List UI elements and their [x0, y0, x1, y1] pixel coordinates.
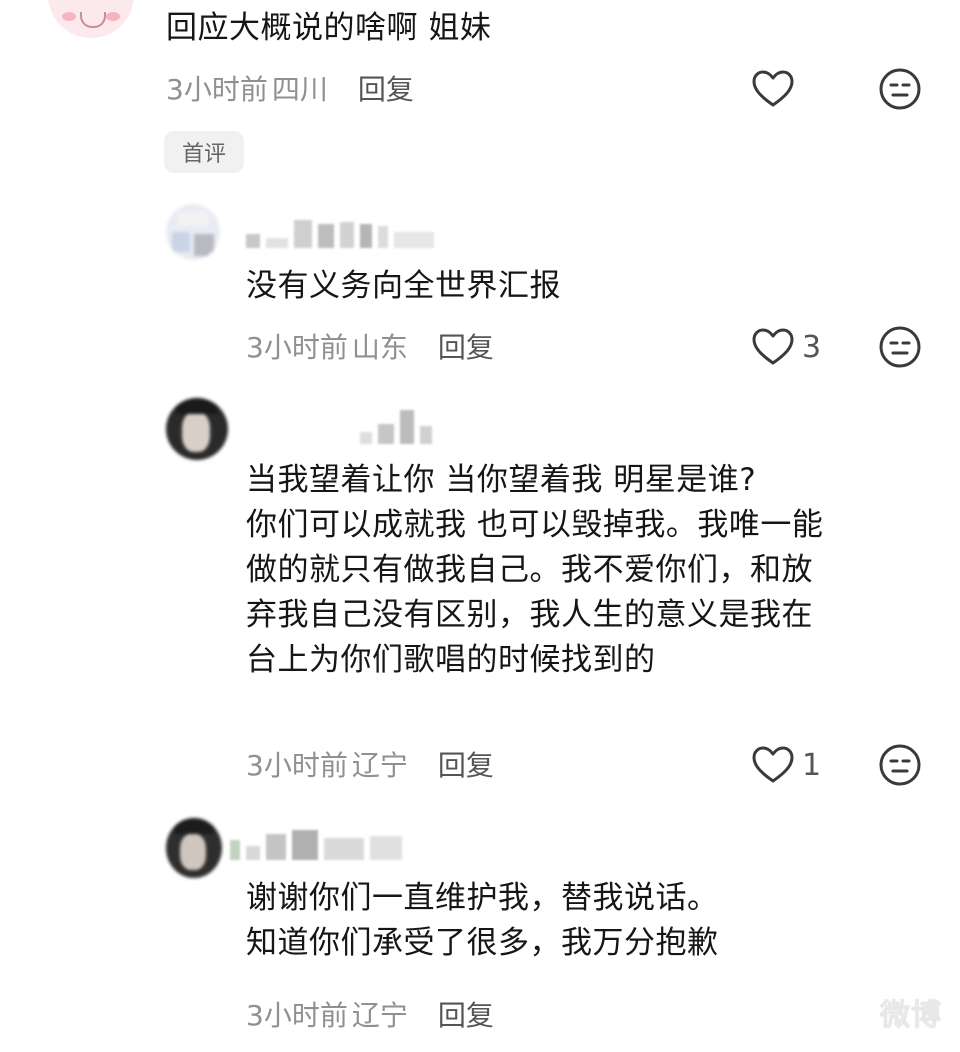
reply-button[interactable]: 回复	[438, 326, 494, 366]
reply-button[interactable]: 回复	[438, 994, 494, 1034]
comment-meta: 3小时前 山东 回复	[246, 326, 494, 366]
like-count: 1	[802, 747, 822, 783]
like-button[interactable]	[752, 70, 802, 108]
comment-text: 没有义务向全世界汇报	[246, 268, 561, 304]
heart-outline-icon	[752, 70, 794, 107]
like-count: 3	[802, 329, 822, 365]
neutral-face-icon	[879, 744, 921, 786]
heart-outline-icon	[752, 328, 794, 365]
comment-time: 3小时前	[246, 999, 348, 1032]
avatar[interactable]	[166, 204, 220, 260]
comment-text: 当我望着让你 当你望着我 明星是谁? 你们可以成就我 也可以毁掉我。我唯一能 做…	[246, 462, 824, 678]
avatar-cheek	[62, 12, 76, 21]
avatar[interactable]	[48, 0, 134, 38]
comment-meta: 3小时前 辽宁 回复	[246, 994, 494, 1034]
comment-meta: 3小时前 四川 回复	[166, 68, 414, 108]
username[interactable]	[246, 212, 434, 248]
dislike-button[interactable]	[878, 743, 922, 791]
dislike-button[interactable]	[878, 67, 922, 115]
like-button[interactable]: 1	[752, 746, 821, 784]
neutral-face-icon	[879, 326, 921, 368]
username[interactable]	[230, 826, 402, 860]
neutral-face-icon	[879, 68, 921, 110]
heart-outline-icon	[752, 746, 794, 783]
avatar[interactable]	[166, 398, 228, 460]
comment-time: 3小时前	[246, 749, 348, 782]
comment-time: 3小时前	[246, 331, 348, 364]
comment-text: 谢谢你们一直维护我，替我说话。 知道你们承受了很多，我万分抱歉	[246, 880, 719, 961]
avatar-cheek	[106, 12, 120, 21]
comment-location: 山东	[351, 331, 408, 364]
dislike-button[interactable]	[878, 325, 922, 373]
watermark: 微博	[880, 998, 942, 1033]
comment-time: 3小时前	[166, 73, 268, 106]
like-button[interactable]: 3	[752, 328, 821, 366]
comment-location: 四川	[271, 73, 328, 106]
comment-location: 辽宁	[351, 749, 408, 782]
avatar-mouth	[80, 12, 106, 28]
first-comment-badge: 首评	[164, 131, 244, 173]
comment-meta: 3小时前 辽宁 回复	[246, 744, 494, 784]
comment-text: 回应大概说的啥啊 姐妹	[166, 10, 492, 46]
avatar[interactable]	[166, 818, 222, 878]
reply-button[interactable]: 回复	[438, 744, 494, 784]
comment-location: 辽宁	[351, 999, 408, 1032]
reply-button[interactable]: 回复	[358, 68, 414, 108]
username[interactable]	[360, 400, 432, 444]
